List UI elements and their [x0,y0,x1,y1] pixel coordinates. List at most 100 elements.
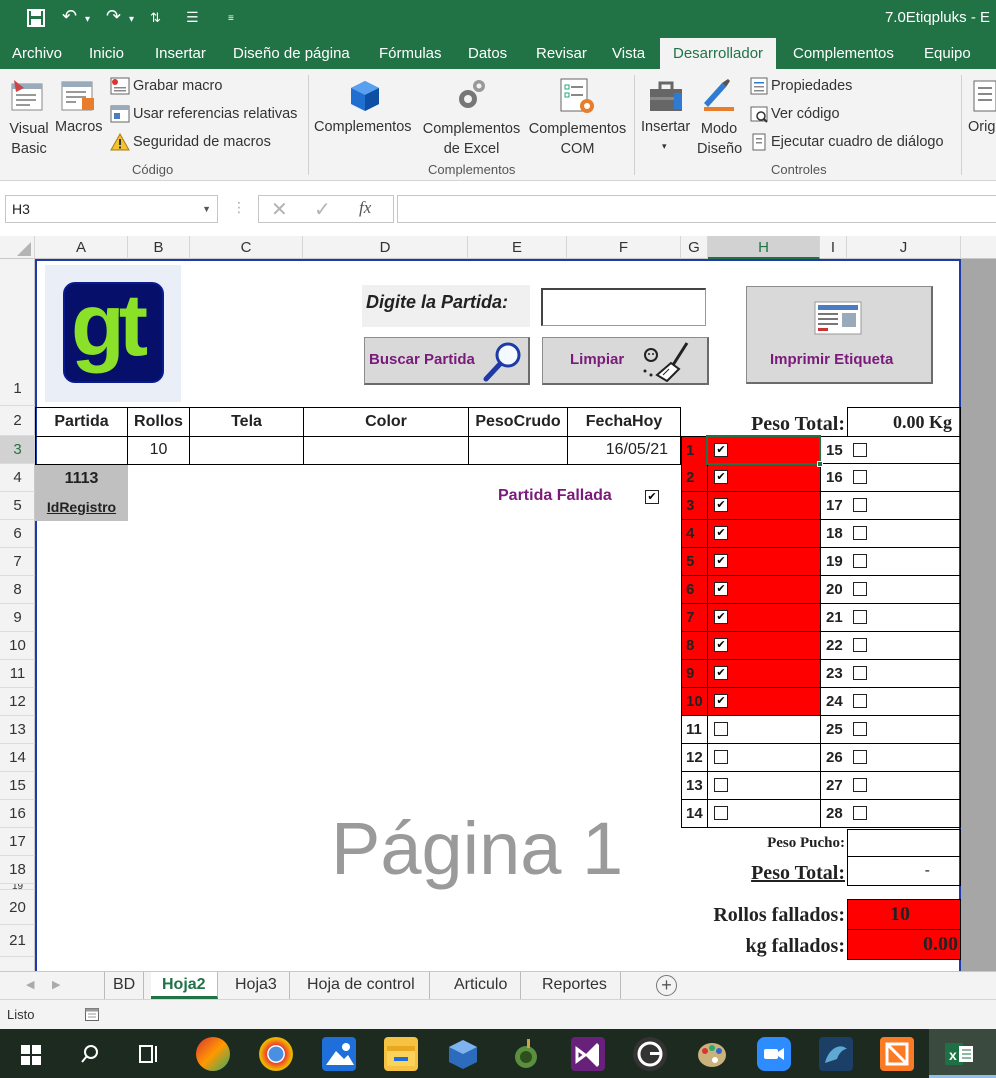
customize-qat-icon[interactable]: ≡ [228,13,234,24]
tab-complementos[interactable]: Complementos [781,38,906,69]
cell-color[interactable] [303,436,469,465]
tab-formulas[interactable]: Fórmulas [367,38,454,69]
sort-icon[interactable]: ⇅ [150,10,161,26]
roll-checkbox[interactable] [853,638,867,652]
scroll-tabs-left-icon[interactable]: ◀ [26,978,34,991]
partida-fallada-checkbox[interactable]: ✔ [645,490,659,504]
sheet-tab-articulo[interactable]: Articulo [441,972,522,999]
row-header-8[interactable]: 8 [0,576,35,604]
column-header-g[interactable]: G [681,236,708,259]
formula-input[interactable] [397,195,996,223]
paint-icon[interactable] [695,1037,729,1071]
roll-checkbox[interactable]: ✔ [714,666,728,680]
roll-checkbox[interactable] [714,806,728,820]
tor-browser-icon[interactable] [509,1037,543,1071]
row-header-13[interactable]: 13 [0,716,35,744]
roll-checkbox[interactable]: ✔ [714,610,728,624]
fill-handle[interactable] [817,461,823,467]
save-icon[interactable] [27,9,45,27]
row-header-3[interactable]: 3 [0,436,35,464]
row-header-21[interactable]: 21 [0,925,35,957]
roll-checkbox[interactable] [853,750,867,764]
roll-checkbox[interactable] [853,582,867,596]
roll-checkbox[interactable] [853,806,867,820]
limpiar-button[interactable]: Limpiar [542,337,709,385]
row-header-4[interactable]: 4 [0,464,35,492]
row-header-7[interactable]: 7 [0,548,35,576]
tab-diseno-pagina[interactable]: Diseño de página [221,38,362,69]
tab-inicio[interactable]: Inicio [77,38,136,69]
row-header-10[interactable]: 10 [0,632,35,660]
roll-checkbox[interactable] [853,610,867,624]
column-header-a[interactable]: A [35,236,128,259]
row-header-6[interactable]: 6 [0,520,35,548]
imprimir-etiqueta-button[interactable]: Imprimir Etiqueta [746,286,933,384]
roll-checkbox[interactable] [853,722,867,736]
column-header-e[interactable]: E [468,236,567,259]
roll-checkbox[interactable] [853,470,867,484]
row-header-5[interactable]: 5 [0,492,35,520]
cell-rollos[interactable]: 10 [127,436,190,465]
row-header-2[interactable]: 2 [0,406,35,436]
row-header-17[interactable]: 17 [0,828,35,856]
worksheet[interactable]: gt Digite la Partida: Buscar Partida Lim… [35,259,996,971]
roll-checkbox[interactable] [853,778,867,792]
roll-checkbox[interactable] [853,554,867,568]
enter-icon[interactable]: ✓ [314,197,331,222]
macro-recording-icon[interactable] [85,1008,99,1021]
roll-checkbox[interactable] [714,750,728,764]
column-header-i[interactable]: I [820,236,847,259]
row-header-1[interactable]: 1 [0,259,35,406]
tab-archivo[interactable]: Archivo [0,38,74,69]
tab-desarrollador[interactable]: Desarrollador [660,38,777,69]
search-icon[interactable] [80,1044,100,1064]
roll-checkbox[interactable] [714,722,728,736]
virtualbox-icon[interactable] [446,1037,480,1071]
mysql-workbench-icon[interactable] [819,1037,853,1071]
tab-insertar[interactable]: Insertar [143,38,218,69]
undo-dropdown-icon[interactable]: ▾ [85,14,90,25]
tab-equipo[interactable]: Equipo [912,38,983,69]
zoom-icon[interactable] [757,1037,791,1071]
sheet-tab-reportes[interactable]: Reportes [529,972,621,999]
sheet-tab-hoja-control[interactable]: Hoja de control [293,972,430,999]
chrome-icon[interactable] [259,1037,293,1071]
cell-fechahoy[interactable]: 16/05/21 [567,436,681,465]
undo-icon[interactable]: ↶ [62,6,77,27]
roll-checkbox[interactable] [853,666,867,680]
cell-partida[interactable] [35,436,128,465]
redo-icon[interactable]: ↷ [106,6,121,27]
cancel-icon[interactable]: ✕ [271,197,288,222]
roll-checkbox[interactable] [853,526,867,540]
task-view-icon[interactable] [139,1044,161,1064]
row-header-20[interactable]: 20 [0,890,35,925]
ccleaner-icon[interactable] [196,1037,230,1071]
excel-taskbar-button[interactable]: x [929,1029,996,1078]
resize-grip-icon[interactable]: ⋮ [232,199,246,216]
sheet-tab-bd[interactable]: BD [104,972,145,999]
redo-dropdown-icon[interactable]: ▾ [129,14,134,25]
file-explorer-icon[interactable] [384,1037,418,1071]
roll-checkbox[interactable] [853,443,867,457]
buscar-partida-button[interactable]: Buscar Partida [364,337,530,385]
select-all-corner[interactable] [0,236,35,259]
visual-studio-icon[interactable] [571,1037,605,1071]
roll-checkbox[interactable]: ✔ [714,470,728,484]
roll-checkbox[interactable]: ✔ [714,526,728,540]
roll-checkbox[interactable]: ✔ [714,694,728,708]
sheet-tab-hoja2[interactable]: Hoja2 [151,972,218,999]
roll-checkbox[interactable] [853,498,867,512]
tab-vista[interactable]: Vista [600,38,657,69]
tab-datos[interactable]: Datos [456,38,519,69]
roll-checkbox[interactable] [853,694,867,708]
column-header-b[interactable]: B [128,236,190,259]
xampp-icon[interactable] [880,1037,914,1071]
row-header-9[interactable]: 9 [0,604,35,632]
roll-checkbox[interactable] [714,778,728,792]
photos-icon[interactable] [322,1037,356,1071]
grammarly-icon[interactable] [633,1037,667,1071]
windows-start-icon[interactable] [21,1045,41,1065]
row-header-18[interactable]: 18 [0,856,35,884]
row-header-12[interactable]: 12 [0,688,35,716]
name-box[interactable]: H3 ▼ [5,195,218,223]
